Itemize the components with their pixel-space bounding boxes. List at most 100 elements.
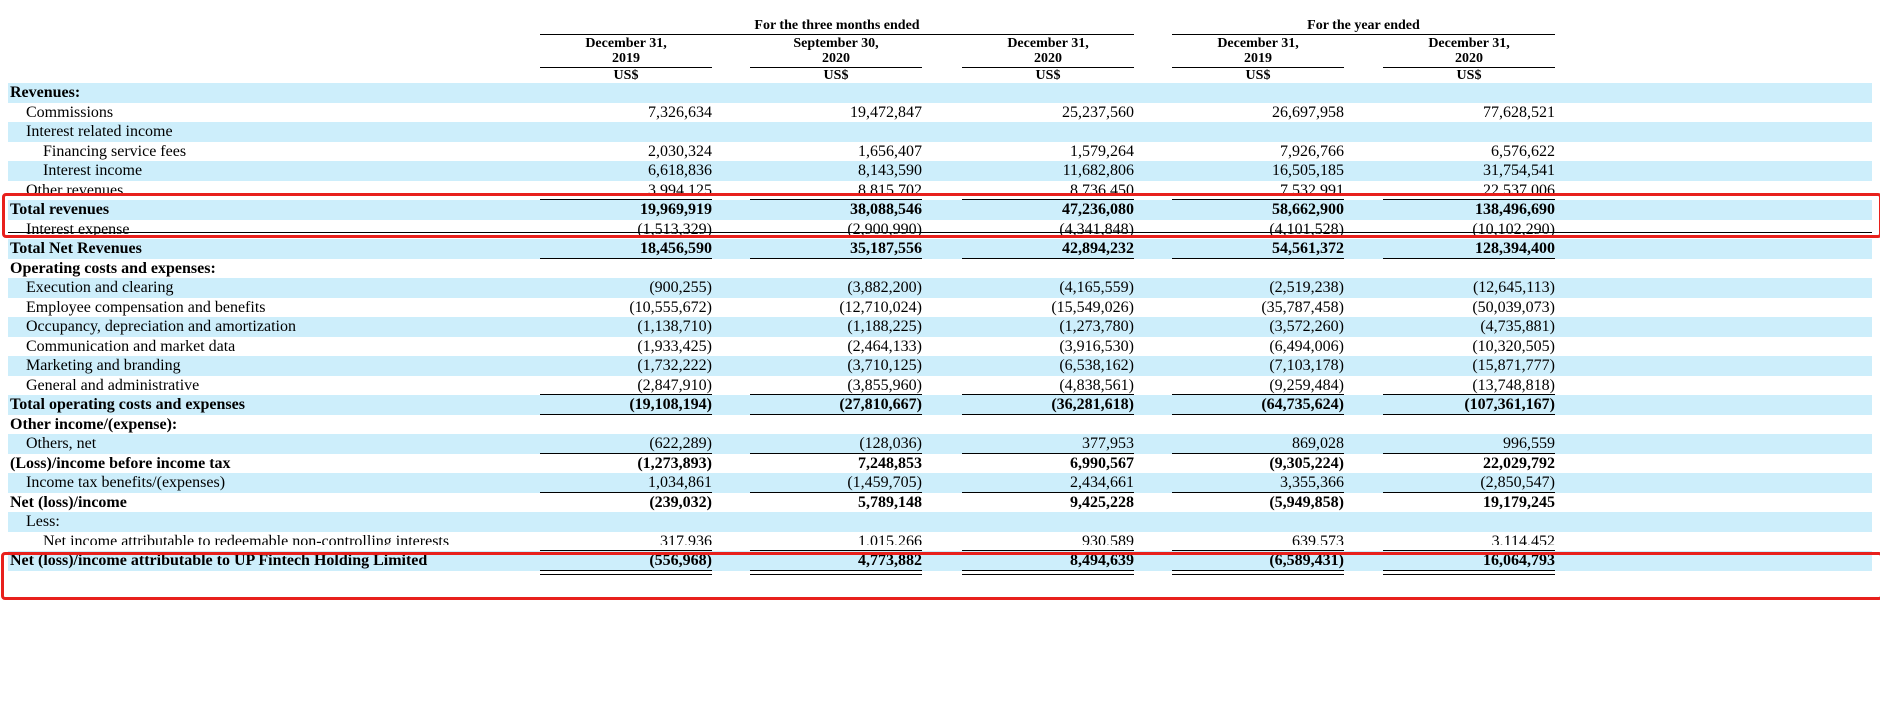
column-header-currency: US$ [1456, 68, 1482, 83]
table-row: Commissions 7,326,634 19,472,847 25,237,560… [8, 103, 1872, 123]
row-value: 54,561,372 [1272, 240, 1344, 257]
subtotal-rule [1172, 452, 1344, 454]
column-header-date: December 31, [585, 36, 667, 51]
row-value: (10,102,290) [1472, 220, 1555, 238]
row-value: 5,789,148 [858, 493, 922, 511]
double-total-rule [540, 570, 712, 575]
row-value: (3,916,530) [1059, 337, 1134, 355]
table-row: Operating costs and expenses: [8, 259, 1872, 279]
row-value: 1,034,861 [648, 474, 712, 491]
row-value: (10,555,672) [629, 298, 712, 316]
row-value: 996,559 [1503, 435, 1555, 452]
table-row: Interest expense (1,513,329) (2,900,990) (4… [8, 220, 1872, 240]
income-statement-table: For the three months ended For the year e… [0, 0, 1880, 718]
row-label: Employee compensation and benefits [26, 298, 266, 316]
row-value: (2,900,990) [847, 220, 922, 238]
row-value: (2,464,133) [847, 337, 922, 355]
table-row: Others, net (622,289) (128,036) 377,953 869,… [8, 434, 1872, 454]
row-value: (1,933,425) [637, 337, 712, 355]
row-value: (35,787,458) [1261, 298, 1344, 316]
row-label: Interest expense [26, 220, 130, 238]
double-total-rule [1172, 570, 1344, 575]
row-value: (2,519,238) [1269, 279, 1344, 296]
row-value: (4,101,528) [1269, 220, 1344, 238]
row-value: 6,990,567 [1070, 454, 1134, 472]
group-header: For the three months ended [754, 18, 920, 33]
row-label: Interest income [43, 162, 143, 179]
column-header-date: December 31, [1007, 36, 1089, 51]
column-header-year: 2019 [1244, 51, 1272, 66]
row-label: Income tax benefits/(expenses) [26, 474, 226, 491]
row-label: Net income attributable to redeemable no… [43, 532, 450, 545]
row-value: 8,815,702 [858, 181, 922, 194]
row-label: Total operating costs and expenses [10, 396, 245, 413]
row-value: (12,710,024) [839, 298, 922, 316]
table-row: Communication and market data (1,933,425)… [8, 337, 1872, 357]
row-value: (3,572,260) [1269, 318, 1344, 335]
row-label: Interest related income [26, 123, 173, 140]
row-value: 1,015,266 [858, 532, 922, 545]
row-value: 6,576,622 [1491, 142, 1555, 160]
double-total-rule [750, 570, 922, 575]
row-value: (622,289) [649, 435, 712, 452]
row-value: (6,589,431) [1269, 552, 1344, 569]
row-value: (556,968) [649, 552, 712, 569]
row-value: (1,188,225) [847, 318, 922, 335]
strike-line [8, 231, 1872, 233]
table-row: Net (loss)/income (239,032) 5,789,148 9,425… [8, 493, 1872, 513]
column-header-currency: US$ [1035, 68, 1061, 83]
row-value: (1,273,780) [1059, 318, 1134, 335]
row-value: 35,187,556 [850, 240, 922, 257]
row-value: 639,573 [1292, 532, 1344, 545]
row-value: (64,735,624) [1261, 396, 1344, 413]
row-value: (15,549,026) [1051, 298, 1134, 316]
row-value: 11,682,806 [1062, 162, 1134, 179]
row-value: (6,494,006) [1269, 337, 1344, 355]
row-value: 19,472,847 [850, 103, 922, 121]
row-value: (1,459,705) [847, 474, 922, 491]
subtotal-rule [1383, 491, 1555, 493]
row-value: 317,936 [660, 532, 712, 545]
row-value: (10,320,505) [1472, 337, 1555, 355]
row-value: (2,850,547) [1480, 474, 1555, 491]
row-value: 930,589 [1082, 532, 1134, 545]
row-label: Marketing and branding [26, 357, 181, 374]
row-value: 377,953 [1082, 435, 1134, 452]
table-row: Net (loss)/income attributable to UP Fin… [8, 551, 1872, 571]
row-value: 31,754,541 [1483, 162, 1555, 179]
row-value: 128,394,400 [1475, 240, 1555, 257]
subtotal-rule [1383, 199, 1555, 200]
row-label: Less: [26, 513, 60, 530]
subtotal-rule [540, 491, 712, 493]
row-label: Occupancy, depreciation and amortization [26, 318, 296, 335]
table-row: Financing service fees 2,030,324 1,656,407… [8, 142, 1872, 162]
subtotal-rule [1383, 394, 1555, 395]
subtotal-rule [1172, 199, 1344, 200]
subtotal-rule [962, 452, 1134, 454]
row-value: 3,994,125 [648, 181, 712, 194]
subtotal-rule [750, 491, 922, 493]
subtotal-rule [1172, 491, 1344, 493]
table-row: Employee compensation and benefits (10,55… [8, 298, 1872, 318]
row-value: 2,030,324 [648, 142, 712, 160]
row-value: 7,248,853 [858, 454, 922, 472]
row-value: 77,628,521 [1483, 103, 1555, 121]
row-label: Others, net [26, 435, 97, 452]
row-value: (9,259,484) [1269, 376, 1344, 394]
table-row: Marketing and branding (1,732,222) (3,710,… [8, 356, 1872, 376]
table-row: Net income attributable to redeemable no… [8, 532, 1872, 545]
row-value: 7,926,766 [1280, 142, 1344, 160]
row-label: Total revenues [10, 201, 110, 218]
double-total-rule [1383, 570, 1555, 575]
column-header-year: 2020 [1455, 51, 1483, 66]
subtotal-rule [1172, 550, 1344, 551]
row-value: 38,088,546 [850, 201, 922, 218]
subtotal-rule [962, 394, 1134, 395]
subtotal-rule [540, 550, 712, 551]
row-value: 9,425,228 [1070, 493, 1134, 511]
row-value: (4,165,559) [1059, 279, 1134, 296]
row-value: (128,036) [859, 435, 922, 452]
subtotal-rule [750, 394, 922, 395]
row-value: 8,494,639 [1070, 552, 1134, 569]
subtotal-rule [1383, 550, 1555, 551]
